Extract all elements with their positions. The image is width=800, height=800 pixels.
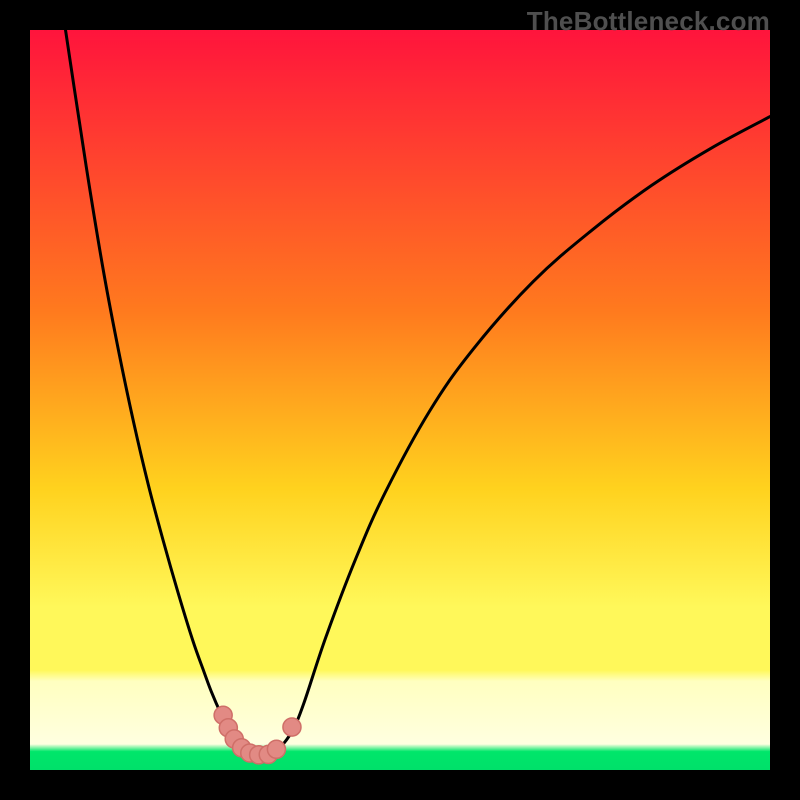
curve-left-arm xyxy=(66,30,264,755)
curve-right-arm xyxy=(263,117,770,756)
watermark-text: TheBottleneck.com xyxy=(527,6,770,37)
trough-markers xyxy=(214,706,301,764)
chart-frame: TheBottleneck.com xyxy=(0,0,800,800)
trough-marker xyxy=(267,740,285,758)
plot-area xyxy=(30,30,770,770)
curve-layer xyxy=(30,30,770,770)
trough-marker xyxy=(283,718,301,736)
